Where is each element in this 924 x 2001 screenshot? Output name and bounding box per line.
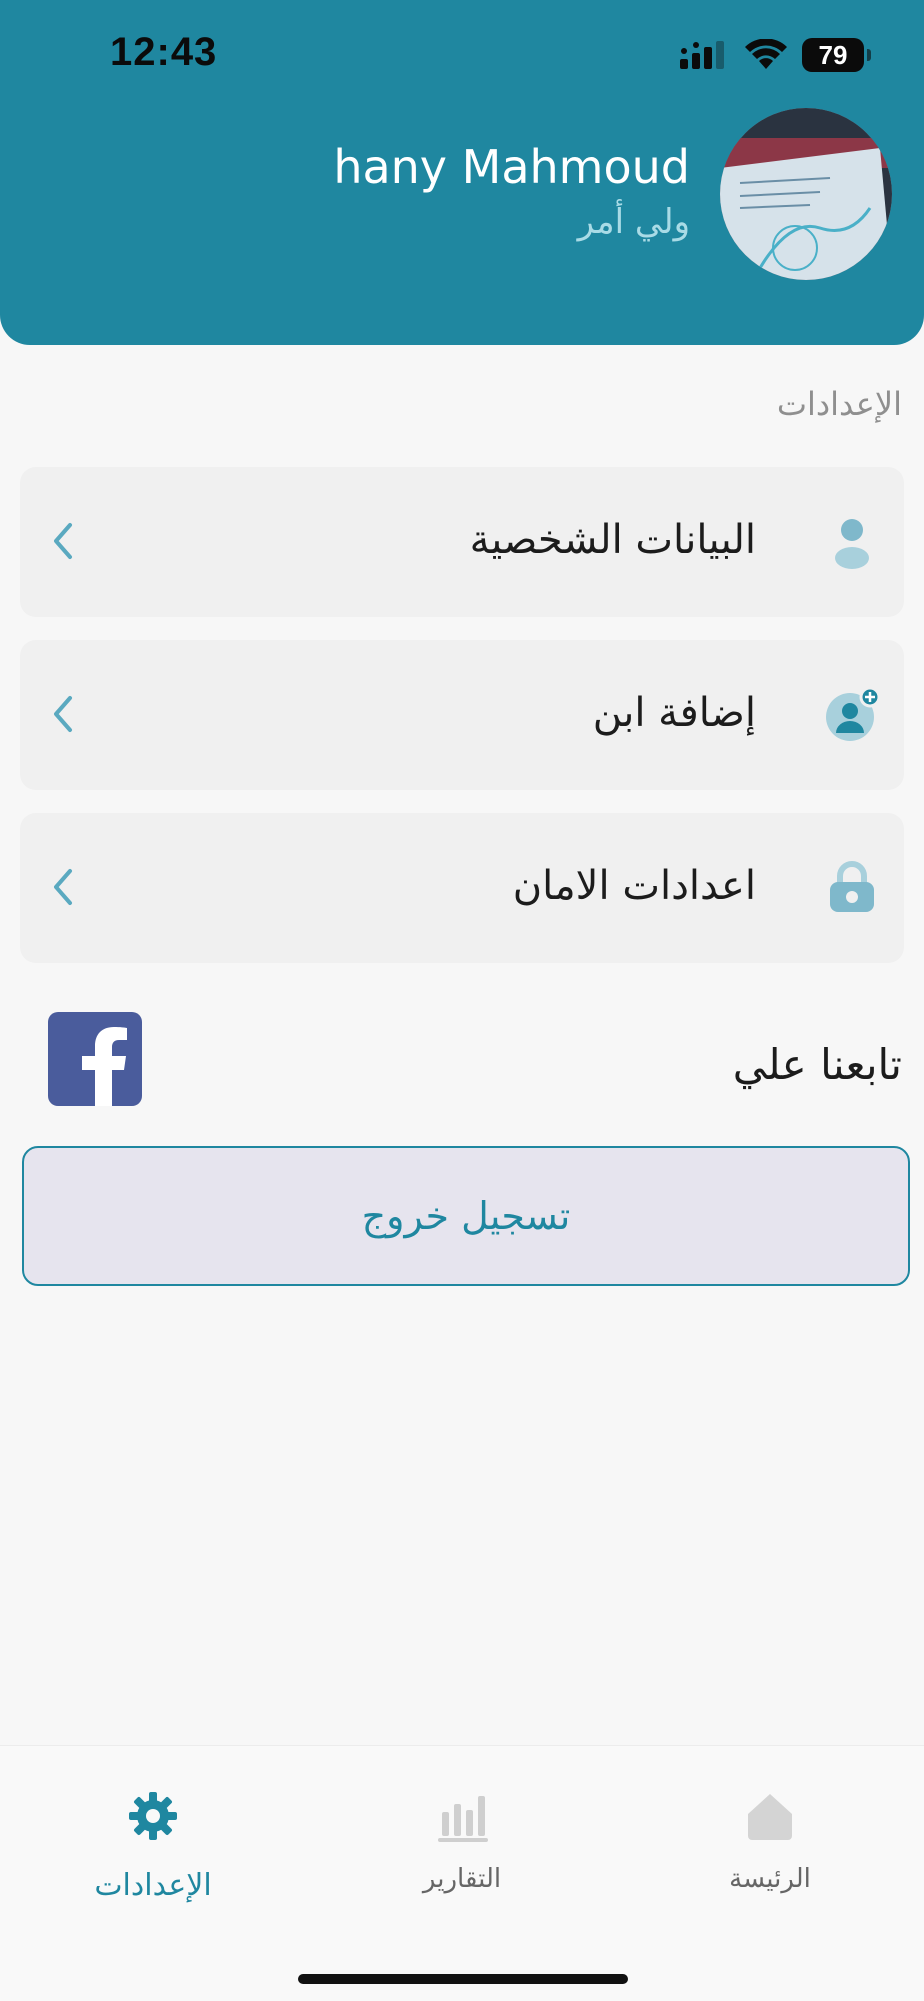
avatar-image — [720, 108, 892, 280]
user-role: ولي أمر — [577, 202, 690, 242]
logout-button[interactable]: تسجيل خروج — [22, 1146, 910, 1286]
gear-icon — [129, 1792, 177, 1840]
battery-indicator: 79 — [802, 38, 871, 72]
bar-chart-icon — [438, 1796, 488, 1842]
nav-label: التقارير — [422, 1864, 502, 1894]
home-icon — [748, 1794, 792, 1840]
menu-item-label: اعدادات الامان — [512, 863, 756, 909]
nav-home[interactable]: الرئيسة — [660, 1746, 880, 1916]
menu-item-add-child[interactable]: إضافة ابن — [20, 640, 904, 790]
menu-item-label: إضافة ابن — [592, 690, 756, 736]
person-icon — [835, 519, 869, 569]
signal-icon — [680, 41, 724, 69]
facebook-icon[interactable] — [48, 1012, 142, 1106]
nav-reports[interactable]: التقارير — [352, 1746, 572, 1916]
nav-settings[interactable]: الإعدادات — [43, 1746, 263, 1916]
section-title: الإعدادات — [776, 385, 902, 423]
profile-header: 12:43 79 hany Mahmoud ولي أمر — [0, 0, 924, 345]
menu-item-label: البيانات الشخصية — [469, 517, 756, 563]
nav-label: الرئيسة — [729, 1864, 811, 1894]
status-icons: 79 — [680, 36, 871, 74]
avatar[interactable] — [720, 108, 892, 280]
status-time: 12:43 — [110, 30, 218, 74]
user-name: hany Mahmoud — [333, 140, 690, 194]
home-indicator — [298, 1974, 628, 1984]
nav-label: الإعدادات — [94, 1868, 212, 1903]
chevron-left-icon — [54, 696, 72, 732]
menu-item-personal-data[interactable]: البيانات الشخصية — [20, 467, 904, 617]
facebook-logo — [82, 1027, 127, 1106]
menu-item-security-settings[interactable]: اعدادات الامان — [20, 813, 904, 963]
battery-level: 79 — [818, 39, 848, 70]
chevron-left-icon — [54, 523, 72, 559]
bottom-nav: الإعدادات التقارير الرئيسة — [0, 1745, 924, 2001]
follow-us-label: تابعنا علي — [732, 1040, 902, 1089]
lock-icon — [830, 861, 874, 912]
chevron-left-icon — [54, 869, 72, 905]
wifi-icon — [745, 39, 787, 69]
logout-label: تسجيل خروج — [361, 1194, 571, 1238]
add-child-icon — [826, 686, 881, 741]
